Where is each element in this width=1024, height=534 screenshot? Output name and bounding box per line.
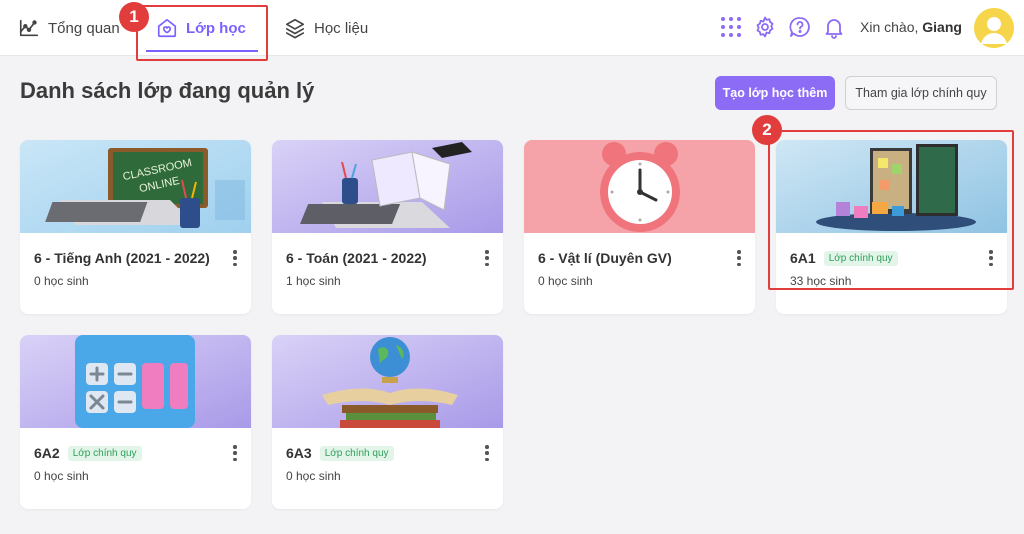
class-card[interactable]: 6 - Vật lí (Duyên GV) 0 học sinh [524, 140, 755, 314]
student-count: 0 học sinh [34, 274, 89, 288]
notifications-button[interactable] [821, 14, 847, 40]
avatar[interactable] [974, 8, 1014, 48]
help-button[interactable] [787, 14, 813, 40]
student-count: 0 học sinh [34, 469, 89, 483]
class-type-tag: Lớp chính quy [67, 445, 142, 461]
layers-icon [285, 18, 305, 39]
nav-material-label: Học liệu [314, 19, 369, 37]
kebab-menu-icon[interactable] [479, 443, 495, 463]
annotation-step-2: 2 [752, 115, 782, 145]
student-count: 1 học sinh [286, 274, 341, 288]
apps-button[interactable] [718, 14, 744, 40]
greeting-prefix: Xin chào, [860, 19, 919, 35]
class-name: 6 - Vật lí (Duyên GV) [538, 250, 672, 266]
join-class-button[interactable]: Tham gia lớp chính quy [845, 76, 997, 110]
globe-books-illustration [272, 335, 503, 428]
page-title: Danh sách lớp đang quản lý [20, 78, 315, 103]
create-class-button[interactable]: Tạo lớp học thêm [715, 76, 835, 110]
classroom-online-illustration: CLASSROOM ONLINE [20, 140, 251, 233]
kebab-menu-icon[interactable] [479, 248, 495, 268]
annotation-step-1: 1 [119, 2, 149, 32]
settings-button[interactable] [752, 14, 778, 40]
user-greeting: Xin chào, Giang [860, 19, 962, 35]
kebab-menu-icon[interactable] [227, 443, 243, 463]
bell-icon [825, 19, 843, 39]
class-name: 6 - Toán (2021 - 2022) [286, 250, 427, 266]
kebab-menu-icon[interactable] [227, 248, 243, 268]
class-thumbnail [272, 140, 503, 233]
class-card[interactable]: 6 - Toán (2021 - 2022) 1 học sinh [272, 140, 503, 314]
annotation-box-class-6a1 [768, 130, 1014, 290]
user-avatar-icon [974, 8, 1014, 48]
class-thumbnail [524, 140, 755, 233]
class-name: 6A2 [34, 445, 60, 461]
class-thumbnail: CLASSROOM ONLINE [20, 140, 251, 233]
alarm-clock-illustration [524, 140, 755, 233]
laptop-book-illustration [272, 140, 503, 233]
class-card[interactable]: 6A2 Lớp chính quy 0 học sinh [20, 335, 251, 509]
user-name: Giang [922, 19, 962, 35]
nav-material[interactable]: Học liệu [284, 0, 368, 56]
class-card[interactable]: 6A3 Lớp chính quy 0 học sinh [272, 335, 503, 509]
annotation-box-class-tab [136, 5, 268, 61]
class-thumbnail [20, 335, 251, 428]
nav-overview[interactable]: Tổng quan [18, 0, 120, 56]
nav-overview-label: Tổng quan [48, 19, 120, 37]
class-name: 6A3 [286, 445, 312, 461]
help-icon [789, 17, 810, 37]
kebab-menu-icon[interactable] [731, 248, 747, 268]
student-count: 0 học sinh [538, 274, 593, 288]
class-type-tag: Lớp chính quy [319, 445, 394, 461]
calculator-illustration [20, 335, 251, 428]
class-name: 6 - Tiếng Anh (2021 - 2022) [34, 250, 210, 266]
class-card[interactable]: CLASSROOM ONLINE 6 - Tiếng Anh (2021 - 2… [20, 140, 251, 314]
gear-icon [756, 16, 774, 38]
chart-icon [19, 19, 39, 37]
student-count: 0 học sinh [286, 469, 341, 483]
apps-grid-icon [721, 17, 741, 37]
class-thumbnail [272, 335, 503, 428]
